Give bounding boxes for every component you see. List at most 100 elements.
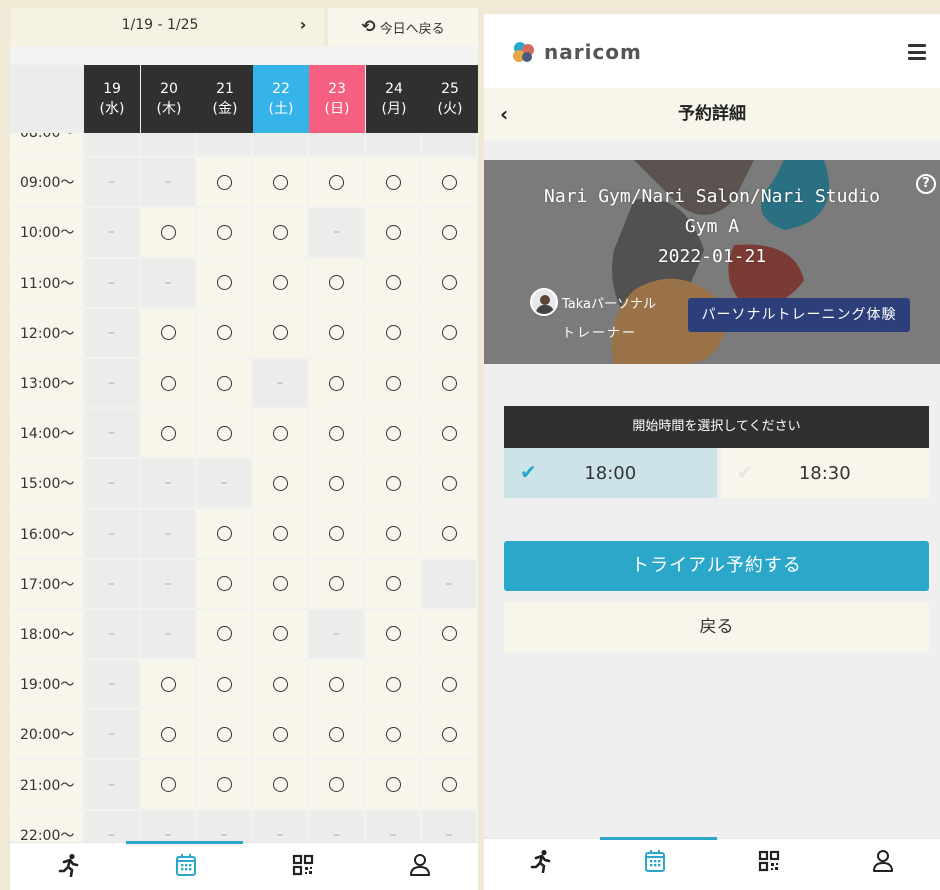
available-slot[interactable] [366,710,422,761]
available-slot[interactable] [141,358,197,410]
unavailable-slot: – [84,609,141,661]
available-slot[interactable] [366,208,422,259]
available-slot[interactable] [366,459,422,510]
available-slot[interactable] [366,609,422,661]
available-slot[interactable] [197,760,253,811]
schedule-grid-viewport[interactable]: 08:00～–––––––09:00～––10:00～––11:00～––12:… [10,133,478,890]
available-slot[interactable] [253,609,309,661]
available-slot[interactable] [197,509,253,560]
available-slot[interactable] [309,559,366,610]
available-slot[interactable] [141,660,197,711]
tab-calendar[interactable] [598,839,712,887]
time-row: 10:00～ – – [10,208,478,259]
available-slot[interactable] [366,409,422,460]
next-week-button[interactable]: › [286,8,320,46]
available-slot[interactable] [309,358,366,410]
available-circle-icon [216,325,232,341]
available-slot[interactable] [253,208,309,259]
available-slot[interactable] [422,409,478,460]
available-slot[interactable] [253,308,309,359]
available-slot[interactable] [141,760,197,811]
available-slot[interactable] [309,509,366,560]
time-row: 18:00～ – – – [10,609,478,661]
available-slot[interactable] [197,660,253,711]
available-slot[interactable] [422,459,478,510]
back-chevron-icon[interactable]: ‹ [500,102,508,126]
available-slot[interactable] [197,710,253,761]
available-slot[interactable] [309,258,366,309]
available-slot[interactable] [197,308,253,359]
available-slot[interactable] [141,308,197,359]
available-slot[interactable] [366,308,422,359]
available-slot[interactable] [366,158,422,209]
available-slot[interactable] [422,208,478,259]
trainer-name: Takaパーソナル [562,296,657,312]
available-slot[interactable] [197,258,253,309]
time-label: 18:00～ [10,609,84,661]
available-circle-icon [272,676,288,692]
hamburger-menu-icon[interactable] [908,44,926,60]
running-icon [530,849,552,877]
tab-running[interactable] [10,843,127,890]
available-slot[interactable] [141,710,197,761]
trial-reserve-button[interactable]: トライアル予約する [504,541,929,591]
available-slot[interactable] [366,660,422,711]
available-slot[interactable] [309,459,366,510]
available-slot[interactable] [422,258,478,309]
available-slot[interactable] [422,509,478,560]
available-slot[interactable] [422,158,478,209]
available-slot[interactable] [309,308,366,359]
available-slot[interactable] [197,358,253,410]
available-slot[interactable] [141,208,197,259]
available-slot[interactable] [366,358,422,410]
time-label: 08:00～ [10,133,84,159]
unavailable-slot: – [84,208,141,259]
tab-running[interactable] [484,839,598,887]
available-slot[interactable] [197,158,253,209]
tab-user[interactable] [826,839,940,887]
available-slot[interactable] [366,559,422,610]
available-slot[interactable] [253,509,309,560]
available-slot[interactable] [366,258,422,309]
day-number: 22 [272,81,290,97]
tab-user[interactable] [361,843,478,890]
tab-calendar[interactable] [127,843,244,890]
available-slot[interactable] [309,409,366,460]
available-slot[interactable] [253,409,309,460]
available-slot[interactable] [309,660,366,711]
available-slot[interactable] [253,258,309,309]
available-slot[interactable] [366,509,422,560]
available-slot[interactable] [197,609,253,661]
available-slot[interactable] [253,710,309,761]
back-to-today-button[interactable]: ⟲ 今日へ戻る [324,8,478,46]
time-option-1830[interactable]: ✔ 18:30 [716,448,929,498]
available-slot[interactable] [253,158,309,209]
available-slot[interactable] [253,660,309,711]
available-slot[interactable] [422,358,478,410]
brand-logo[interactable]: naricom [510,40,642,64]
back-button[interactable]: 戻る [504,602,929,652]
available-slot[interactable] [309,760,366,811]
available-slot[interactable] [422,308,478,359]
available-slot[interactable] [422,609,478,661]
unavailable-slot: – [197,459,253,510]
time-option-1800[interactable]: ✔ 18:00 [504,448,717,498]
day-header-23: 23 (日) [309,65,365,133]
available-slot[interactable] [309,710,366,761]
tab-qr-code[interactable] [712,839,826,887]
available-slot[interactable] [422,760,478,811]
available-slot[interactable] [197,409,253,460]
available-slot[interactable] [253,459,309,510]
tab-qr-code[interactable] [244,843,361,890]
available-slot[interactable] [422,710,478,761]
unavailable-slot: – [141,509,197,560]
available-slot[interactable] [141,409,197,460]
available-slot[interactable] [422,660,478,711]
available-slot[interactable] [309,158,366,209]
available-slot[interactable] [253,760,309,811]
time-option-label: 18:30 [798,462,851,484]
available-slot[interactable] [366,760,422,811]
available-slot[interactable] [197,208,253,259]
available-slot[interactable] [197,559,253,610]
available-slot[interactable] [253,559,309,610]
